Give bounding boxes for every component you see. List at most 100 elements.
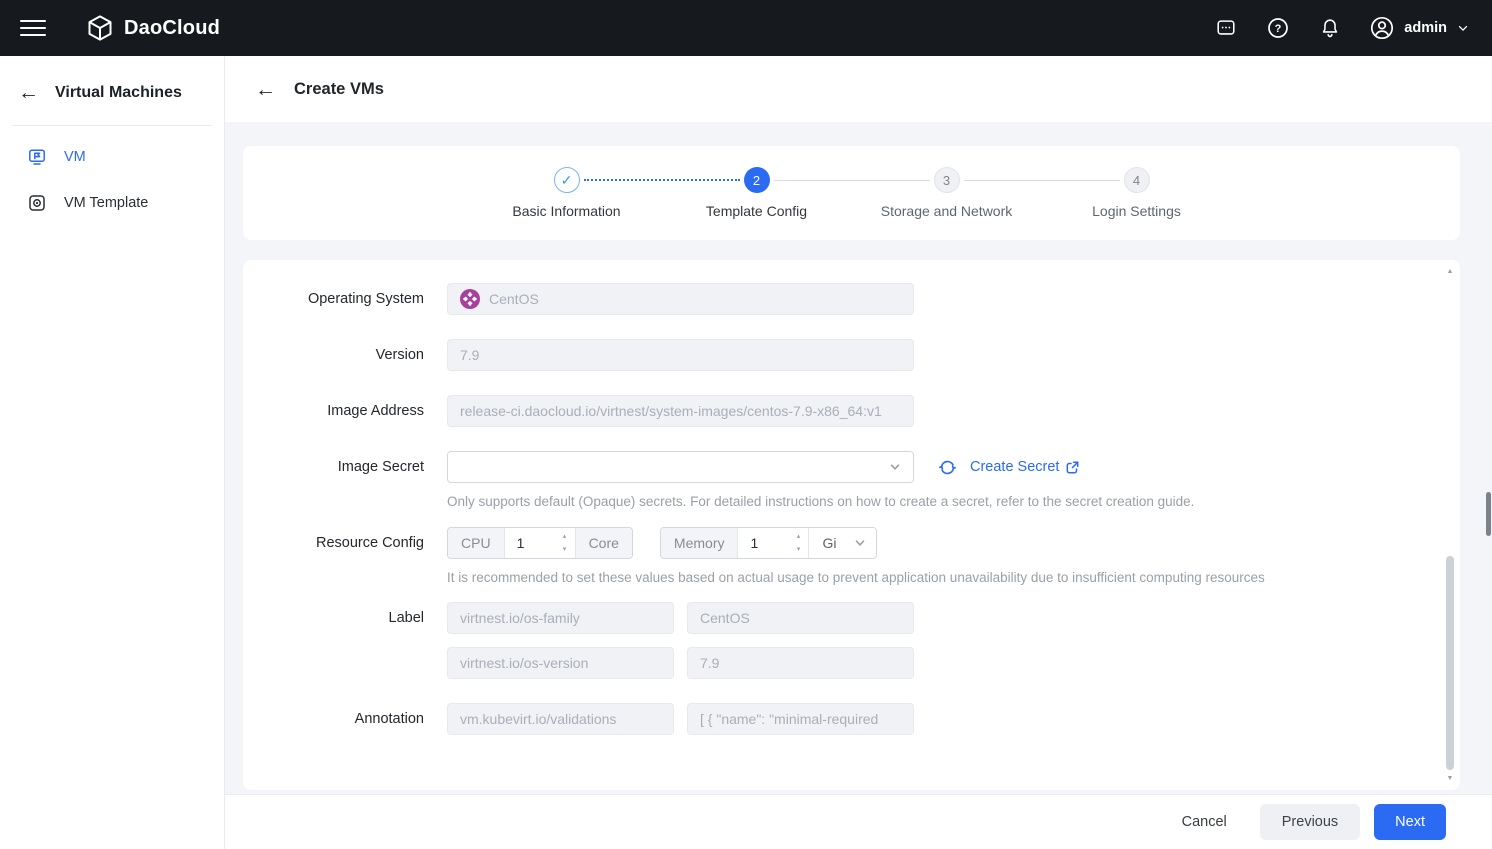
image-address-label: Image Address xyxy=(243,395,424,427)
image-secret-label: Image Secret xyxy=(243,451,424,483)
annotation-key-value: vm.kubevirt.io/validations xyxy=(460,711,616,727)
step-storage-and-network[interactable]: 3 Storage and Network xyxy=(934,167,960,229)
step-label: Template Config xyxy=(706,203,807,219)
cpu-input-group: CPU ▴ ▾ Core xyxy=(447,527,633,559)
cpu-decrement-icon[interactable]: ▾ xyxy=(557,543,573,556)
annotation-value-value: [ { "name": "minimal-required xyxy=(700,711,878,727)
next-button[interactable]: Next xyxy=(1374,804,1446,840)
image-address-field: release-ci.daocloud.io/virtnest/system-i… xyxy=(447,395,914,427)
sidebar-item-vm-template-label: VM Template xyxy=(64,195,148,211)
image-address-value: release-ci.daocloud.io/virtnest/system-i… xyxy=(460,403,882,419)
step-connector xyxy=(584,179,740,181)
memory-unit-select[interactable]: Gi xyxy=(808,528,876,558)
step-basic-information[interactable]: ✓ Basic Information xyxy=(554,167,580,229)
messages-button[interactable] xyxy=(1213,15,1239,41)
chat-icon xyxy=(1215,17,1237,39)
page-back-arrow-icon[interactable]: ← xyxy=(255,79,276,100)
form-scrollbar[interactable]: ▲ ▼ xyxy=(1443,264,1457,786)
menu-toggle-icon[interactable] xyxy=(20,20,46,36)
username-label: admin xyxy=(1404,20,1447,36)
stepper-card: ✓ Basic Information 2 Template Config 3 … xyxy=(243,146,1460,240)
top-navbar: DaoCloud ? xyxy=(0,0,1492,56)
operating-system-field: CentOS xyxy=(447,283,914,315)
page-scrollbar-thumb[interactable] xyxy=(1486,492,1491,536)
version-field: 7.9 xyxy=(447,339,914,371)
step-label: Basic Information xyxy=(512,203,620,219)
step-connector xyxy=(964,180,1120,181)
memory-input-group: Memory ▴ ▾ Gi xyxy=(660,527,878,559)
memory-increment-icon[interactable]: ▴ xyxy=(790,530,806,543)
svg-text:?: ? xyxy=(1275,23,1282,35)
create-secret-label: Create Secret xyxy=(970,459,1059,475)
annotation-value-field: [ { "name": "minimal-required xyxy=(687,703,914,735)
scroll-up-icon[interactable]: ▲ xyxy=(1443,268,1457,275)
resource-config-label: Resource Config xyxy=(243,527,424,559)
annotation-label: Annotation xyxy=(243,703,424,735)
memory-prefix: Memory xyxy=(661,528,739,558)
chevron-down-icon xyxy=(1456,21,1470,35)
user-menu[interactable]: admin xyxy=(1369,15,1470,41)
chevron-down-icon xyxy=(889,461,901,473)
label-key-field: virtnest.io/os-version xyxy=(447,647,674,679)
avatar-icon xyxy=(1369,15,1395,41)
wizard-footer: Cancel Previous Next xyxy=(224,795,1492,849)
operating-system-label: Operating System xyxy=(243,283,424,315)
step-login-settings[interactable]: 4 Login Settings xyxy=(1124,167,1150,229)
sidebar-back-arrow-icon[interactable]: ← xyxy=(18,82,39,103)
cpu-unit-label: Core xyxy=(575,528,632,558)
operating-system-value: CentOS xyxy=(489,291,539,307)
step-label: Login Settings xyxy=(1092,203,1181,219)
notifications-button[interactable] xyxy=(1317,15,1343,41)
sidebar-item-vm-template[interactable]: VM Template xyxy=(0,180,224,226)
external-link-icon xyxy=(1065,460,1080,475)
bell-icon xyxy=(1319,17,1341,39)
scroll-down-icon[interactable]: ▼ xyxy=(1443,775,1457,782)
vm-icon xyxy=(28,148,46,166)
label-value-value: 7.9 xyxy=(700,655,719,671)
brand[interactable]: DaoCloud xyxy=(86,14,220,42)
brand-name: DaoCloud xyxy=(124,17,220,40)
image-secret-select[interactable] xyxy=(447,451,914,483)
memory-decrement-icon[interactable]: ▾ xyxy=(790,543,806,556)
previous-button[interactable]: Previous xyxy=(1260,804,1360,840)
help-button[interactable]: ? xyxy=(1265,15,1291,41)
version-label: Version xyxy=(243,339,424,371)
memory-unit-value: Gi xyxy=(822,535,836,551)
check-icon: ✓ xyxy=(561,172,573,189)
step-template-config[interactable]: 2 Template Config xyxy=(744,167,770,229)
help-icon: ? xyxy=(1266,16,1290,40)
image-secret-hint: Only supports default (Opaque) secrets. … xyxy=(447,494,1194,509)
page-title: Create VMs xyxy=(294,80,384,99)
cancel-button[interactable]: Cancel xyxy=(1168,804,1241,840)
label-value-field: CentOS xyxy=(687,602,914,634)
page-header: ← Create VMs xyxy=(224,56,1492,122)
step-label: Storage and Network xyxy=(881,203,1013,219)
sidebar-item-vm[interactable]: VM xyxy=(0,134,224,180)
sidebar-divider xyxy=(12,125,212,126)
chevron-down-icon xyxy=(854,537,866,549)
sidebar-title: Virtual Machines xyxy=(55,84,182,102)
sidebar-item-vm-label: VM xyxy=(64,149,86,165)
main-area: ← Create VMs ✓ Basic Information 2 Templ… xyxy=(224,56,1492,849)
label-label: Label xyxy=(243,602,424,634)
stepper: ✓ Basic Information 2 Template Config 3 … xyxy=(243,167,1460,229)
daocloud-logo-icon xyxy=(86,14,114,42)
annotation-key-field: vm.kubevirt.io/validations xyxy=(447,703,674,735)
create-secret-link[interactable]: Create Secret xyxy=(970,459,1080,475)
refresh-secrets-button[interactable] xyxy=(938,458,957,477)
cpu-prefix: CPU xyxy=(448,528,505,558)
centos-icon xyxy=(460,289,480,309)
label-key-value: virtnest.io/os-version xyxy=(460,655,588,671)
cpu-increment-icon[interactable]: ▴ xyxy=(557,530,573,543)
resource-config-hint: It is recommended to set these values ba… xyxy=(447,570,1265,585)
label-value-field: 7.9 xyxy=(687,647,914,679)
sidebar: ← Virtual Machines VM VM Template xyxy=(0,56,224,849)
step-connector xyxy=(774,180,930,181)
template-config-form: Operating System Cen xyxy=(243,260,1460,790)
vm-template-icon xyxy=(28,194,46,212)
label-value-value: CentOS xyxy=(700,610,750,626)
label-key-value: virtnest.io/os-family xyxy=(460,610,580,626)
label-key-field: virtnest.io/os-family xyxy=(447,602,674,634)
version-value: 7.9 xyxy=(460,347,479,363)
scrollbar-thumb[interactable] xyxy=(1446,556,1454,770)
